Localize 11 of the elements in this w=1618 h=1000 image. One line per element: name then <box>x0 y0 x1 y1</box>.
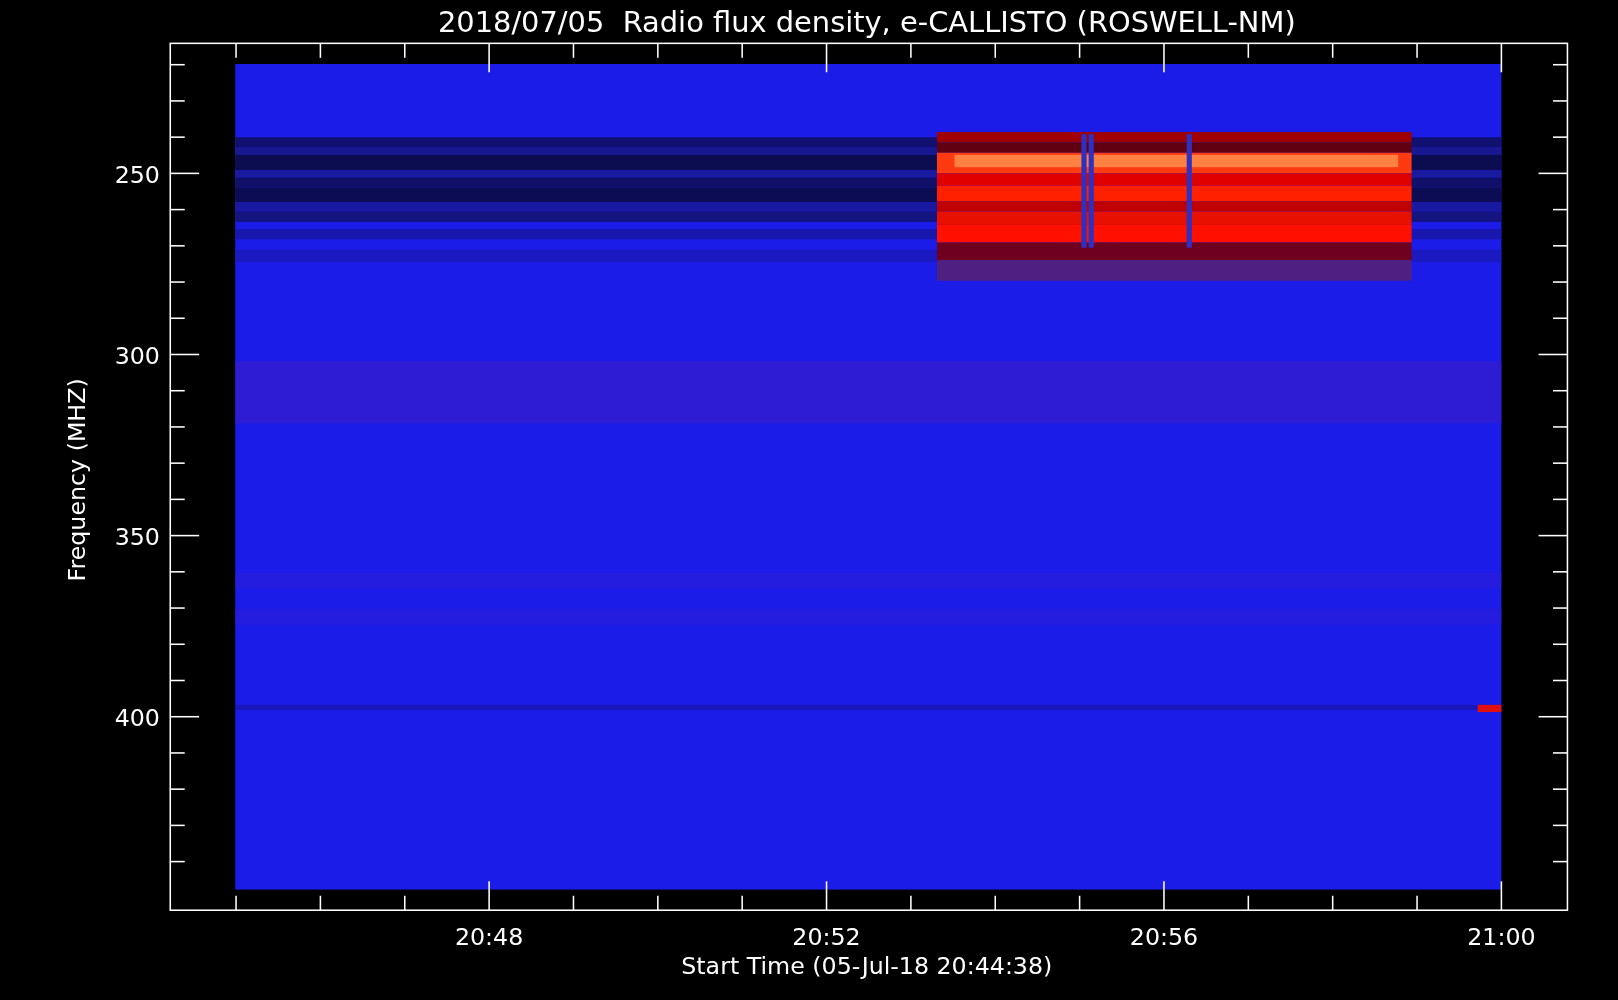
x-tick-label: 20:52 <box>792 923 861 952</box>
y-axis-label: Frequency (MHZ) <box>62 378 91 582</box>
chart-title: 2018/07/05 Radio flux density, e-CALLISTO (ROSWELL-NM) <box>437 5 1296 39</box>
x-tick-label: 20:56 <box>1129 923 1199 952</box>
y-tick-label: 350 <box>114 522 160 551</box>
y-tick-label: 300 <box>114 341 160 370</box>
x-tick-label: 21:00 <box>1467 923 1536 952</box>
x-tick-label: 20:48 <box>454 923 524 952</box>
y-tick-label: 400 <box>114 704 160 732</box>
x-axis-label: Start Time (05-Jul-18 20:44:38) <box>681 952 1053 981</box>
y-tick-label: 250 <box>114 160 160 189</box>
